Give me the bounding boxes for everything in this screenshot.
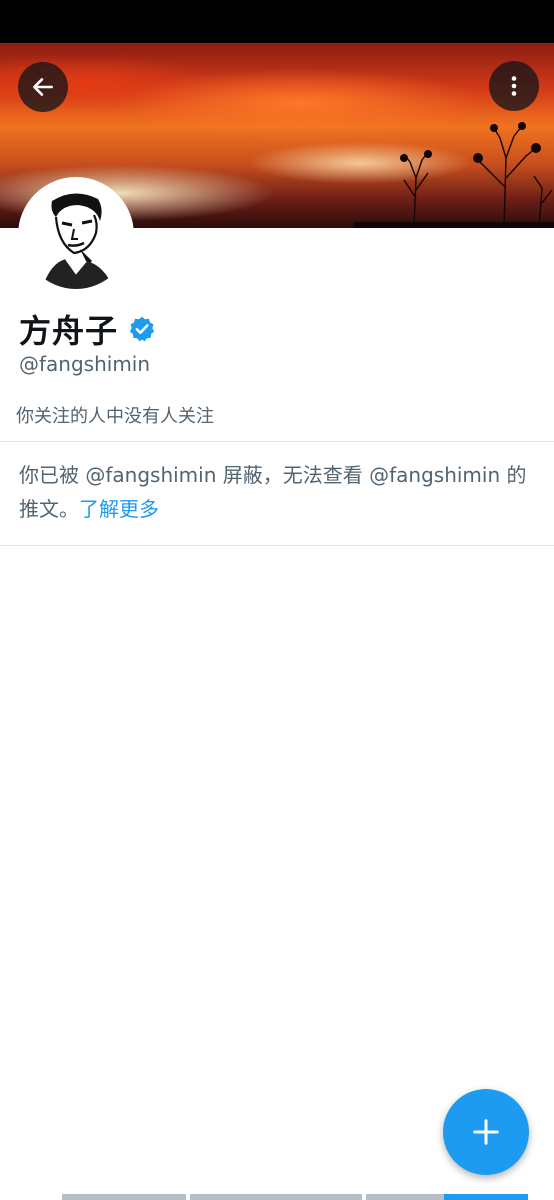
avatar-portrait — [22, 181, 130, 289]
divider — [0, 441, 554, 442]
arrow-left-icon — [33, 78, 53, 96]
display-name: 方舟子 — [19, 312, 119, 350]
plus-icon — [473, 1119, 499, 1145]
username-handle: @fangshimin — [19, 352, 151, 376]
blocked-notice: 你已被 @fangshimin 屏蔽，无法查看 @fangshimin 的推文。… — [19, 458, 539, 526]
bottom-nav-indicator — [190, 1194, 362, 1200]
bottom-nav-indicator-active — [444, 1194, 528, 1200]
more-options-button[interactable] — [489, 61, 539, 111]
more-vertical-icon — [511, 76, 517, 96]
followers-you-know[interactable]: 你关注的人中没有人关注 — [16, 402, 214, 428]
back-button[interactable] — [18, 62, 68, 112]
status-bar — [0, 0, 554, 43]
tree-silhouette — [354, 122, 554, 228]
avatar[interactable] — [18, 177, 134, 293]
name-row: 方舟子 — [19, 306, 156, 352]
learn-more-link[interactable]: 了解更多 — [79, 497, 159, 521]
verified-badge-icon — [129, 316, 155, 342]
divider — [0, 545, 554, 546]
compose-button[interactable] — [443, 1089, 529, 1175]
bottom-nav-indicator — [62, 1194, 186, 1200]
